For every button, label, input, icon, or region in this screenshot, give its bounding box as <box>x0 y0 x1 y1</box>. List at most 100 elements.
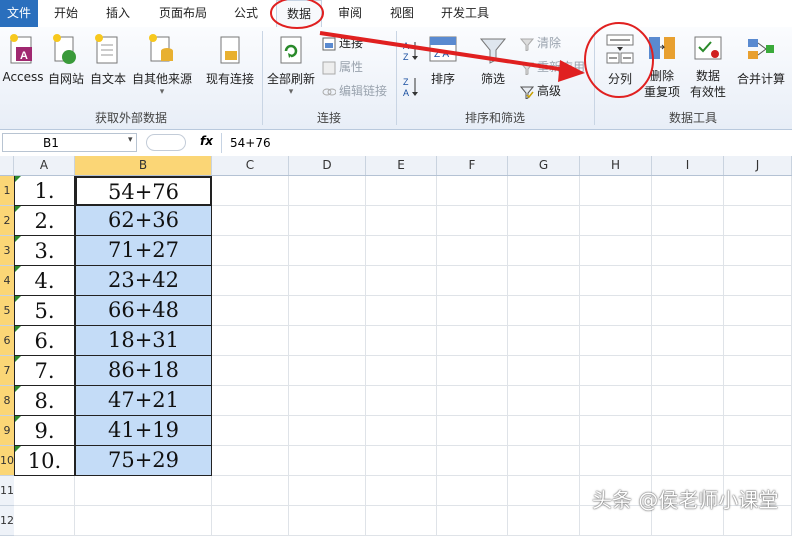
cell-empty[interactable] <box>366 506 437 536</box>
cell-empty[interactable] <box>366 266 437 296</box>
sort-az-button[interactable]: AZ <box>402 39 423 62</box>
row-header[interactable]: 11 <box>0 476 14 506</box>
cell-empty[interactable] <box>289 416 366 446</box>
cell-empty[interactable] <box>580 386 652 416</box>
cell-empty[interactable] <box>580 206 652 236</box>
cell-empty[interactable] <box>366 386 437 416</box>
access-button[interactable]: A Access <box>2 33 44 84</box>
row-header[interactable]: 8 <box>0 386 14 416</box>
cell-empty[interactable] <box>437 266 508 296</box>
clear-button[interactable]: 清除 <box>519 34 561 52</box>
cell-empty[interactable] <box>212 446 289 476</box>
cell-empty[interactable] <box>289 176 366 206</box>
cell-empty[interactable] <box>508 506 580 536</box>
row-header[interactable]: 10 <box>0 446 14 476</box>
cell-empty[interactable] <box>580 446 652 476</box>
cell-empty[interactable] <box>508 266 580 296</box>
formula-input[interactable]: 54+76 <box>221 133 792 153</box>
cell-empty[interactable] <box>652 266 724 296</box>
tab-developer[interactable]: 开发工具 <box>432 0 498 27</box>
cell-empty[interactable] <box>212 506 289 536</box>
cell-a[interactable]: 7. <box>14 356 75 386</box>
cell-empty[interactable] <box>212 416 289 446</box>
insert-function-button[interactable]: fx <box>200 134 213 148</box>
cell-empty[interactable] <box>580 296 652 326</box>
cell-empty[interactable] <box>508 446 580 476</box>
column-header-i[interactable]: I <box>652 156 724 175</box>
reapply-button[interactable]: 重新应用 <box>519 58 585 76</box>
cell-empty[interactable] <box>508 476 580 506</box>
row-header[interactable]: 7 <box>0 356 14 386</box>
from-other-sources-button[interactable]: 自其他来源 ▾ <box>130 33 194 97</box>
text-to-columns-button[interactable]: 分列 <box>600 33 640 87</box>
column-header-b[interactable]: B <box>75 156 212 175</box>
column-header-f[interactable]: F <box>437 156 508 175</box>
cell-empty[interactable] <box>508 416 580 446</box>
cell-empty[interactable] <box>212 326 289 356</box>
cell-empty[interactable] <box>437 236 508 266</box>
cell-empty[interactable] <box>508 326 580 356</box>
cell-empty[interactable] <box>366 356 437 386</box>
cell-empty[interactable] <box>508 296 580 326</box>
row-header[interactable]: 4 <box>0 266 14 296</box>
advanced-button[interactable]: 高级 <box>519 82 561 100</box>
cell-a[interactable] <box>14 506 75 536</box>
cell-empty[interactable] <box>289 266 366 296</box>
cell-empty[interactable] <box>724 446 792 476</box>
cell-empty[interactable] <box>366 476 437 506</box>
cell-b[interactable]: 86+18 <box>75 356 212 386</box>
cell-empty[interactable] <box>724 326 792 356</box>
cell-empty[interactable] <box>212 266 289 296</box>
cell-empty[interactable] <box>580 236 652 266</box>
cell-b[interactable]: 23+42 <box>75 266 212 296</box>
cell-empty[interactable] <box>289 386 366 416</box>
cell-empty[interactable] <box>289 296 366 326</box>
cell-empty[interactable] <box>289 476 366 506</box>
cell-a[interactable]: 2. <box>14 206 75 236</box>
cell-b[interactable] <box>75 476 212 506</box>
cell-a[interactable]: 9. <box>14 416 75 446</box>
cell-a[interactable]: 3. <box>14 236 75 266</box>
cell-a[interactable]: 8. <box>14 386 75 416</box>
column-header-e[interactable]: E <box>366 156 437 175</box>
cell-empty[interactable] <box>724 386 792 416</box>
edit-links-button[interactable]: 编辑链接 <box>322 82 387 100</box>
cell-empty[interactable] <box>724 206 792 236</box>
column-header-c[interactable]: C <box>212 156 289 175</box>
remove-duplicates-button[interactable]: 删除 重复项 <box>642 33 682 100</box>
tab-formulas[interactable]: 公式 <box>224 0 268 27</box>
cell-empty[interactable] <box>652 386 724 416</box>
column-header-j[interactable]: J <box>724 156 792 175</box>
select-all-corner[interactable] <box>0 156 14 175</box>
cell-empty[interactable] <box>212 206 289 236</box>
tab-review[interactable]: 审阅 <box>328 0 372 27</box>
cell-empty[interactable] <box>366 416 437 446</box>
filter-button[interactable]: 筛选 <box>472 33 514 87</box>
cell-empty[interactable] <box>289 206 366 236</box>
cell-a[interactable]: 10. <box>14 446 75 476</box>
tab-data[interactable]: 数据 <box>276 0 322 28</box>
cell-empty[interactable] <box>437 176 508 206</box>
cell-empty[interactable] <box>437 326 508 356</box>
cell-empty[interactable] <box>652 236 724 266</box>
row-header[interactable]: 5 <box>0 296 14 326</box>
tab-file[interactable]: 文件 <box>0 0 38 27</box>
cell-empty[interactable] <box>724 356 792 386</box>
row-header[interactable]: 12 <box>0 506 14 536</box>
cell-a[interactable]: 1. <box>14 176 75 206</box>
cell-empty[interactable] <box>212 236 289 266</box>
cell-a[interactable]: 5. <box>14 296 75 326</box>
cell-empty[interactable] <box>289 506 366 536</box>
cell-empty[interactable] <box>580 266 652 296</box>
cell-empty[interactable] <box>580 326 652 356</box>
cell-empty[interactable] <box>724 416 792 446</box>
column-header-h[interactable]: H <box>580 156 652 175</box>
chevron-down-icon[interactable]: ▾ <box>128 135 133 145</box>
name-box[interactable]: B1 <box>2 133 137 152</box>
cell-empty[interactable] <box>437 356 508 386</box>
cell-empty[interactable] <box>289 356 366 386</box>
cell-empty[interactable] <box>366 296 437 326</box>
cell-empty[interactable] <box>437 206 508 236</box>
row-header[interactable]: 2 <box>0 206 14 236</box>
row-header[interactable]: 9 <box>0 416 14 446</box>
